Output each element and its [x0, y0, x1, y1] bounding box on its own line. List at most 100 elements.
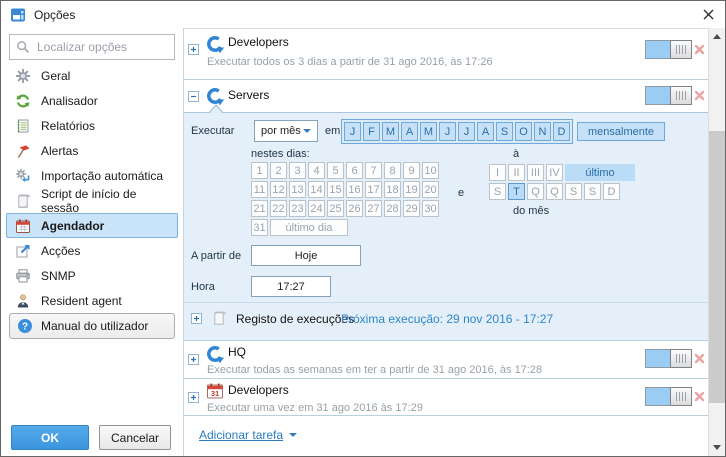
- month-button[interactable]: D: [553, 122, 570, 141]
- sidebar-item-resident-agent[interactable]: Resident agent: [6, 288, 178, 313]
- toggle-handle[interactable]: [670, 349, 692, 368]
- month-button[interactable]: M: [420, 122, 437, 141]
- day-button[interactable]: 28: [384, 200, 401, 217]
- day-button[interactable]: 11: [251, 181, 268, 198]
- ordinal-button[interactable]: IV: [546, 164, 563, 181]
- scroll-down-button[interactable]: [709, 439, 725, 456]
- month-button[interactable]: J: [439, 122, 456, 141]
- sidebar-item-importacao-automatica[interactable]: Importação automática: [6, 163, 178, 188]
- day-button[interactable]: 17: [365, 181, 382, 198]
- day-button[interactable]: 23: [289, 200, 306, 217]
- weekday-button[interactable]: Q: [546, 183, 563, 200]
- search-input[interactable]: [37, 40, 168, 54]
- sidebar-item-script-inicio-sessao[interactable]: Script de início de sessão: [6, 188, 178, 213]
- month-button[interactable]: A: [477, 122, 494, 141]
- toggle-handle[interactable]: [670, 86, 692, 105]
- enabled-toggle[interactable]: [645, 349, 692, 368]
- enabled-toggle[interactable]: [645, 387, 692, 406]
- day-button[interactable]: 30: [422, 200, 439, 217]
- day-button[interactable]: 22: [270, 200, 287, 217]
- monthly-button[interactable]: mensalmente: [577, 122, 665, 141]
- delete-task-button[interactable]: [694, 391, 705, 402]
- day-button[interactable]: 18: [384, 181, 401, 198]
- day-button[interactable]: 21: [251, 200, 268, 217]
- month-button[interactable]: S: [496, 122, 513, 141]
- expand-button[interactable]: [191, 313, 202, 324]
- month-button[interactable]: J: [458, 122, 475, 141]
- weekday-button[interactable]: S: [584, 183, 601, 200]
- collapse-button[interactable]: [188, 91, 199, 102]
- month-button[interactable]: O: [515, 122, 532, 141]
- search-box[interactable]: [9, 34, 175, 60]
- day-button[interactable]: 9: [403, 162, 420, 179]
- expand-button[interactable]: [188, 392, 199, 403]
- day-button[interactable]: 13: [289, 181, 306, 198]
- day-button[interactable]: 6: [346, 162, 363, 179]
- ok-button[interactable]: OK: [11, 425, 89, 450]
- day-button[interactable]: 15: [327, 181, 344, 198]
- delete-task-button[interactable]: [694, 90, 705, 101]
- scrollbar[interactable]: [708, 28, 725, 456]
- day-button[interactable]: 29: [403, 200, 420, 217]
- day-button[interactable]: 12: [270, 181, 287, 198]
- toggle-handle[interactable]: [670, 40, 692, 59]
- day-button[interactable]: 24: [308, 200, 325, 217]
- weekday-button[interactable]: S: [565, 183, 582, 200]
- sidebar-item-analisador[interactable]: Analisador: [6, 88, 178, 113]
- expand-button[interactable]: [188, 44, 199, 55]
- start-date-field[interactable]: Hoje: [251, 245, 361, 266]
- sidebar-item-snmp[interactable]: SNMP: [6, 263, 178, 288]
- day-button[interactable]: 25: [327, 200, 344, 217]
- month-button[interactable]: A: [401, 122, 418, 141]
- scroll-thumb[interactable]: [709, 131, 725, 403]
- manual-button[interactable]: ? Manual do utilizador: [9, 313, 175, 339]
- hora-label: Hora: [191, 281, 215, 293]
- toggle-handle[interactable]: [670, 387, 692, 406]
- weekday-button[interactable]: Q: [527, 183, 544, 200]
- day-button[interactable]: 14: [308, 181, 325, 198]
- day-button[interactable]: 1: [251, 162, 268, 179]
- weekday-button[interactable]: T: [508, 183, 525, 200]
- weekday-button[interactable]: D: [603, 183, 620, 200]
- day-button[interactable]: 16: [346, 181, 363, 198]
- month-button[interactable]: J: [344, 122, 361, 141]
- day-button[interactable]: 27: [365, 200, 382, 217]
- day-button[interactable]: 20: [422, 181, 439, 198]
- ordinal-button[interactable]: III: [527, 164, 544, 181]
- last-day-button[interactable]: último dia: [270, 219, 348, 236]
- day-button[interactable]: 5: [327, 162, 344, 179]
- delete-task-button[interactable]: [694, 44, 705, 55]
- expand-button[interactable]: [188, 354, 199, 365]
- delete-task-button[interactable]: [694, 353, 705, 364]
- sidebar-item-accoes[interactable]: Acções: [6, 238, 178, 263]
- add-task-link[interactable]: Adicionar tarefa: [199, 428, 297, 442]
- enabled-toggle[interactable]: [645, 86, 692, 105]
- cancel-button[interactable]: Cancelar: [99, 425, 171, 450]
- day-button[interactable]: 31: [251, 219, 268, 236]
- weekday-button[interactable]: S: [489, 183, 506, 200]
- arrow-up-icon: [713, 34, 721, 39]
- sidebar-item-alertas[interactable]: Alertas: [6, 138, 178, 163]
- ordinal-button[interactable]: II: [508, 164, 525, 181]
- month-button[interactable]: M: [382, 122, 399, 141]
- frequency-select[interactable]: por mês: [254, 120, 318, 142]
- day-button[interactable]: 10: [422, 162, 439, 179]
- last-ordinal-button[interactable]: último: [565, 164, 635, 181]
- sidebar-item-relatorios[interactable]: Relatórios: [6, 113, 178, 138]
- scroll-up-button[interactable]: [709, 28, 725, 45]
- month-button[interactable]: F: [363, 122, 380, 141]
- enabled-toggle[interactable]: [645, 40, 692, 59]
- month-button[interactable]: N: [534, 122, 551, 141]
- day-button[interactable]: 2: [270, 162, 287, 179]
- day-button[interactable]: 3: [289, 162, 306, 179]
- sidebar-item-geral[interactable]: Geral: [6, 63, 178, 88]
- day-button[interactable]: 19: [403, 181, 420, 198]
- ordinal-button[interactable]: I: [489, 164, 506, 181]
- day-button[interactable]: 4: [308, 162, 325, 179]
- time-field[interactable]: 17:27: [251, 276, 331, 297]
- day-button[interactable]: 8: [384, 162, 401, 179]
- day-button[interactable]: 7: [365, 162, 382, 179]
- day-button[interactable]: 26: [346, 200, 363, 217]
- close-button[interactable]: [700, 7, 716, 23]
- sidebar-item-agendador[interactable]: Agendador: [6, 213, 178, 238]
